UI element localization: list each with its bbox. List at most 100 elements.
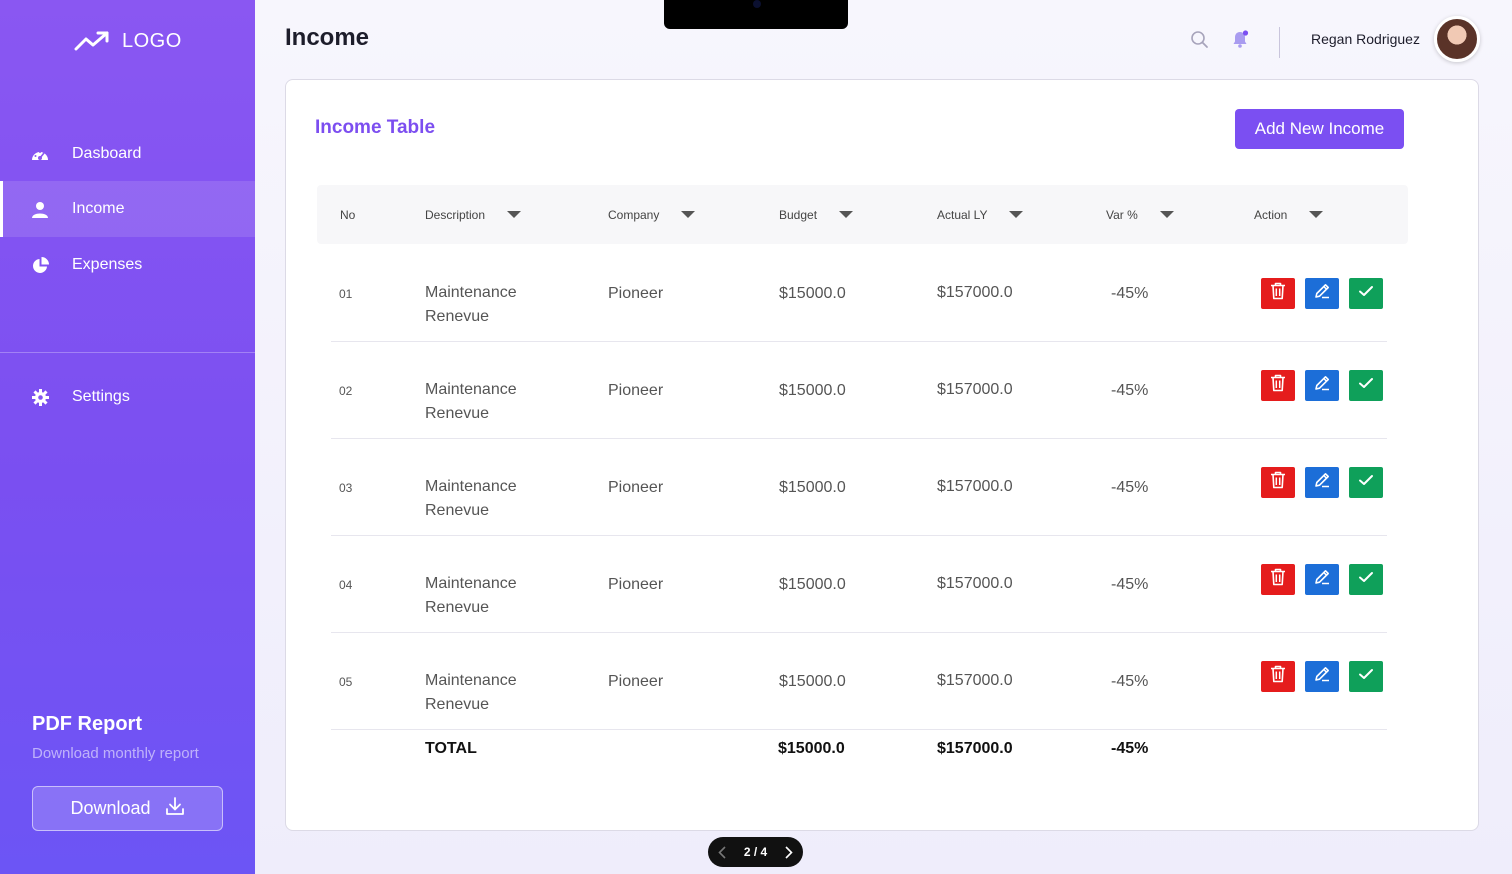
table-row: 03 Maintenance Renevue Pioneer $15000.0 $1570… [331, 439, 1387, 536]
edit-button[interactable] [1305, 661, 1339, 692]
trash-icon [1270, 568, 1286, 591]
row-budget: $15000.0 [779, 382, 846, 399]
chevron-left-icon[interactable] [718, 845, 726, 859]
row-number: 01 [339, 287, 353, 301]
pencil-icon [1313, 374, 1331, 397]
check-icon [1358, 376, 1374, 395]
column-header-description[interactable]: Description [425, 185, 522, 244]
pie-chart-icon [31, 256, 49, 274]
approve-button[interactable] [1349, 467, 1383, 498]
download-icon [165, 796, 185, 821]
delete-button[interactable] [1261, 564, 1295, 595]
pdf-report-title: PDF Report [32, 713, 142, 735]
row-description: Maintenance Renevue [425, 572, 517, 620]
description-line-2: Renevue [425, 308, 490, 325]
caret-down-icon[interactable] [1009, 211, 1024, 218]
trash-icon [1270, 374, 1286, 397]
add-new-income-button[interactable]: Add New Income [1235, 109, 1404, 149]
row-actual: $157000.0 [937, 381, 1013, 398]
column-header-actual-ly[interactable]: Actual LY [937, 185, 1024, 244]
description-line-1: Maintenance [425, 575, 517, 592]
description-line-1: Maintenance [425, 381, 517, 398]
approve-button[interactable] [1349, 370, 1383, 401]
camera-dot [753, 0, 761, 8]
user-name[interactable]: Regan Rodriguez [1311, 31, 1420, 47]
column-label: Action [1254, 207, 1288, 222]
edit-button[interactable] [1305, 467, 1339, 498]
card-title: Income Table [315, 117, 436, 138]
sidebar-item-label: Dasboard [72, 145, 142, 162]
delete-button[interactable] [1261, 278, 1295, 309]
check-icon [1358, 570, 1374, 589]
dashboard-icon [31, 145, 49, 163]
total-label: TOTAL [425, 740, 477, 757]
caret-down-icon[interactable] [839, 211, 854, 218]
row-description: Maintenance Renevue [425, 281, 517, 329]
avatar[interactable] [1434, 16, 1480, 62]
delete-button[interactable] [1261, 370, 1295, 401]
column-header-var[interactable]: Var % [1106, 185, 1174, 244]
edit-button[interactable] [1305, 370, 1339, 401]
row-budget: $15000.0 [779, 673, 846, 690]
row-actions [1261, 467, 1383, 498]
total-budget: $15000.0 [778, 740, 845, 757]
edit-button[interactable] [1305, 564, 1339, 595]
search-icon[interactable] [1190, 30, 1209, 54]
caret-down-icon[interactable] [681, 211, 696, 218]
row-actual: $157000.0 [937, 575, 1013, 592]
row-company: Pioneer [608, 673, 664, 690]
sidebar-item-label: Income [72, 200, 125, 217]
column-label: Var % [1106, 207, 1138, 222]
row-var: -45% [1111, 285, 1149, 302]
column-header-no: No [340, 185, 355, 244]
delete-button[interactable] [1261, 661, 1295, 692]
logo-text: LOGO [122, 29, 182, 52]
sidebar-item-income[interactable]: Income [0, 181, 255, 237]
description-line-1: Maintenance [425, 672, 517, 689]
column-header-budget[interactable]: Budget [779, 185, 854, 244]
pager: 2 / 4 [708, 837, 803, 867]
approve-button[interactable] [1349, 661, 1383, 692]
download-button[interactable]: Download [32, 786, 223, 831]
description-line-2: Renevue [425, 405, 490, 422]
approve-button[interactable] [1349, 564, 1383, 595]
header-divider [1279, 27, 1280, 58]
income-table-card: Income Table Add New Income No Descripti… [285, 79, 1479, 831]
row-company: Pioneer [608, 576, 664, 593]
sidebar-item-dashboard[interactable]: Dasboard [0, 126, 255, 182]
row-company: Pioneer [608, 382, 664, 399]
sidebar-item-expenses[interactable]: Expenses [0, 237, 255, 293]
row-description: Maintenance Renevue [425, 378, 517, 426]
sidebar-item-settings[interactable]: Settings [0, 369, 255, 425]
row-actions [1261, 370, 1383, 401]
column-header-company[interactable]: Company [608, 185, 696, 244]
row-description: Maintenance Renevue [425, 669, 517, 717]
page-title: Income [285, 24, 370, 51]
bell-icon[interactable] [1231, 30, 1250, 54]
pencil-icon [1313, 665, 1331, 688]
column-label: Actual LY [937, 207, 988, 222]
caret-down-icon[interactable] [1309, 211, 1324, 218]
delete-button[interactable] [1261, 467, 1295, 498]
column-label: No [340, 207, 356, 222]
chevron-right-icon[interactable] [785, 845, 793, 859]
logo[interactable]: LOGO [74, 27, 182, 55]
edit-button[interactable] [1305, 278, 1339, 309]
row-company: Pioneer [608, 285, 664, 302]
approve-button[interactable] [1349, 278, 1383, 309]
column-header-action[interactable]: Action [1254, 185, 1324, 244]
caret-down-icon[interactable] [1159, 211, 1174, 218]
row-var: -45% [1111, 382, 1149, 399]
column-label: Description [425, 207, 486, 222]
table-row: 05 Maintenance Renevue Pioneer $15000.0 $1570… [331, 633, 1387, 730]
download-button-label: Download [70, 798, 151, 818]
trash-icon [1270, 471, 1286, 494]
pencil-icon [1313, 568, 1331, 591]
pdf-report-subtitle: Download monthly report [32, 745, 199, 762]
row-description: Maintenance Renevue [425, 475, 517, 523]
description-line-2: Renevue [425, 502, 490, 519]
caret-down-icon[interactable] [507, 211, 522, 218]
sidebar-divider [0, 352, 255, 353]
table-row: 04 Maintenance Renevue Pioneer $15000.0 $1570… [331, 536, 1387, 633]
row-actions [1261, 278, 1383, 309]
